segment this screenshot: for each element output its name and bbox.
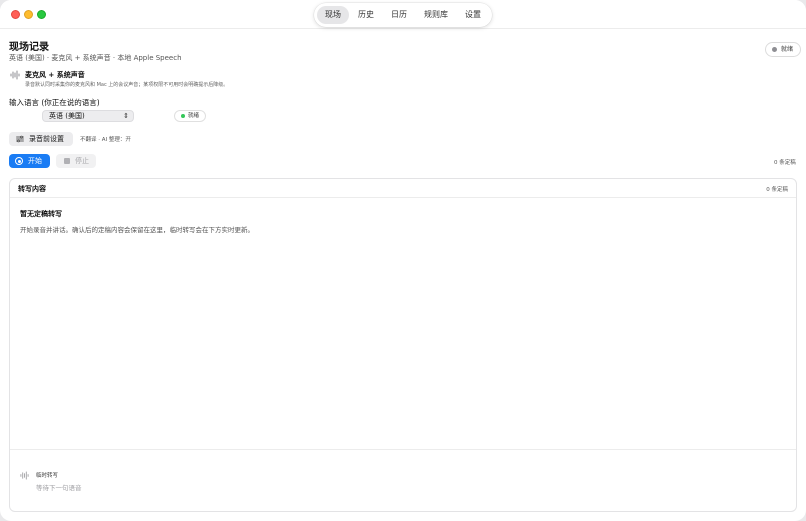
transcript-title: 转写内容: [18, 185, 46, 193]
pre-recording-settings-summary: 不翻译 · AI 整理：开: [80, 137, 131, 143]
status-badge: 就绪: [765, 42, 802, 57]
waveform-icon: [20, 471, 29, 480]
transcript-card-header: 转写内容 0 条定稿: [10, 179, 796, 198]
pre-recording-settings-label: 录音前设置: [29, 135, 64, 143]
main-tab-bar: 现场 历史 日历 规则库 设置: [314, 3, 492, 27]
chevron-updown-icon: ⇕: [123, 112, 129, 120]
close-window-button[interactable]: [11, 10, 20, 19]
language-status-label: 就绪: [188, 113, 200, 119]
empty-state-description: 开始录音并讲话。确认后的定稿内容会保留在这里，临时转写会在下方实时更新。: [20, 226, 254, 234]
stop-icon: [64, 158, 70, 164]
pre-recording-settings-button[interactable]: 录音前设置: [9, 132, 73, 146]
ready-dot-icon: [181, 114, 185, 118]
tab-rules[interactable]: 规则库: [416, 6, 456, 24]
start-button[interactable]: 开始: [9, 154, 50, 168]
input-language-label: 输入语言 (你正在说的语言): [9, 98, 100, 107]
live-transcript-title: 临时转写: [36, 473, 59, 479]
status-label: 就绪: [781, 46, 794, 53]
start-label: 开始: [28, 157, 42, 165]
app-window: 现场 历史 日历 规则库 设置 现场记录 英语 (美国) · 麦克风 + 系统声…: [0, 0, 806, 521]
tab-live[interactable]: 现场: [317, 6, 349, 24]
divider: [10, 449, 796, 450]
page-subtitle: 英语 (美国) · 麦克风 + 系统声音 · 本地 Apple Speech: [9, 54, 182, 62]
audio-source-title: 麦克风 + 系统声音: [25, 71, 85, 79]
tab-settings[interactable]: 设置: [457, 6, 489, 24]
transcript-count: 0 条定稿: [766, 187, 788, 193]
minimize-window-button[interactable]: [24, 10, 33, 19]
stop-button[interactable]: 停止: [56, 154, 96, 168]
page-title: 现场记录: [9, 42, 49, 53]
waveform-icon: [10, 70, 20, 80]
tab-calendar[interactable]: 日历: [383, 6, 415, 24]
finalized-count: 0 条定稿: [774, 160, 796, 166]
audio-source-description: 录音默认同时采集你的麦克风和 Mac 上的会议声音；某项权限不可用时会明确提示后…: [25, 82, 229, 88]
empty-state-title: 暂无定稿转写: [20, 210, 62, 218]
stop-label: 停止: [75, 157, 89, 165]
tab-history[interactable]: 历史: [350, 6, 382, 24]
record-icon: [15, 157, 23, 165]
input-language-value: 英语 (美国): [49, 112, 85, 120]
input-language-select[interactable]: 英语 (美国) ⇕: [42, 110, 134, 122]
title-bar: 现场 历史 日历 规则库 设置: [0, 0, 806, 29]
live-transcript-placeholder: 等待下一句语音: [36, 484, 82, 492]
status-dot-icon: [772, 47, 777, 52]
sliders-icon: [16, 135, 24, 143]
language-status-badge: 就绪: [174, 110, 207, 122]
zoom-window-button[interactable]: [37, 10, 46, 19]
transcript-card: 转写内容 0 条定稿 暂无定稿转写 开始录音并讲话。确认后的定稿内容会保留在这里…: [9, 178, 797, 512]
